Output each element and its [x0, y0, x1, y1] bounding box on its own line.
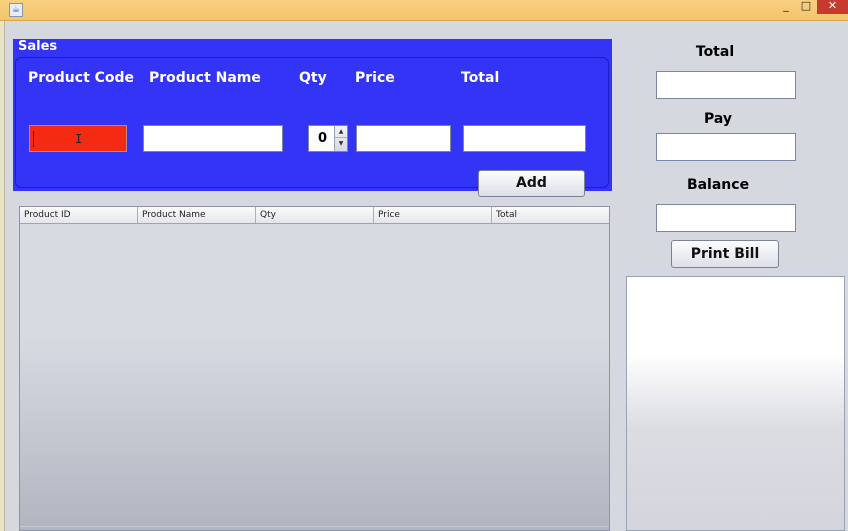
summary-total-label: Total — [695, 44, 735, 60]
qty-spinner-buttons: ▲ ▼ — [334, 126, 347, 151]
qty-label: Qty — [299, 70, 327, 86]
sales-table[interactable]: Product ID Product Name Qty Price Total — [19, 206, 610, 531]
text-cursor-icon: I — [75, 132, 83, 146]
price-label: Price — [355, 70, 395, 86]
total-label: Total — [461, 70, 500, 86]
column-header-product-name[interactable]: Product Name — [138, 207, 256, 223]
maximize-button[interactable]: □ — [794, 0, 818, 14]
balance-input[interactable] — [656, 204, 796, 232]
java-cup-icon: ☕ — [9, 3, 23, 17]
column-header-product-id[interactable]: Product ID — [20, 207, 138, 223]
sales-panel-title: Sales — [18, 39, 58, 54]
window-titlebar: ☕ _ □ ✕ — [0, 0, 848, 21]
column-header-price[interactable]: Price — [374, 207, 492, 223]
spinner-up-arrow-icon[interactable]: ▲ — [335, 126, 347, 138]
qty-spinner[interactable]: 0 ▲ ▼ — [308, 125, 348, 152]
balance-label: Balance — [686, 177, 750, 193]
sales-panel: Sales Product Code Product Name Qty Pric… — [13, 39, 612, 197]
product-code-label: Product Code — [28, 70, 135, 86]
pay-label: Pay — [703, 111, 733, 127]
summary-total-input[interactable] — [656, 71, 796, 99]
column-header-total[interactable]: Total — [492, 207, 609, 223]
text-caret — [33, 131, 34, 147]
main-content: Sales Product Code Product Name Qty Pric… — [5, 21, 848, 531]
pay-input[interactable] — [656, 133, 796, 161]
product-code-input[interactable]: I — [29, 125, 127, 152]
close-button[interactable]: ✕ — [817, 0, 848, 14]
total-input[interactable] — [463, 125, 586, 152]
qty-value: 0 — [318, 131, 328, 146]
table-bottom-edge — [20, 526, 609, 528]
table-header: Product ID Product Name Qty Price Total — [20, 207, 609, 224]
print-bill-button[interactable]: Print Bill — [671, 240, 779, 268]
spinner-down-arrow-icon[interactable]: ▼ — [335, 138, 347, 150]
product-name-label: Product Name — [149, 70, 261, 86]
column-header-qty[interactable]: Qty — [256, 207, 374, 223]
bill-text-area[interactable] — [626, 276, 845, 531]
price-input[interactable] — [356, 125, 451, 152]
product-name-input[interactable] — [143, 125, 283, 152]
add-button[interactable]: Add — [478, 170, 585, 197]
